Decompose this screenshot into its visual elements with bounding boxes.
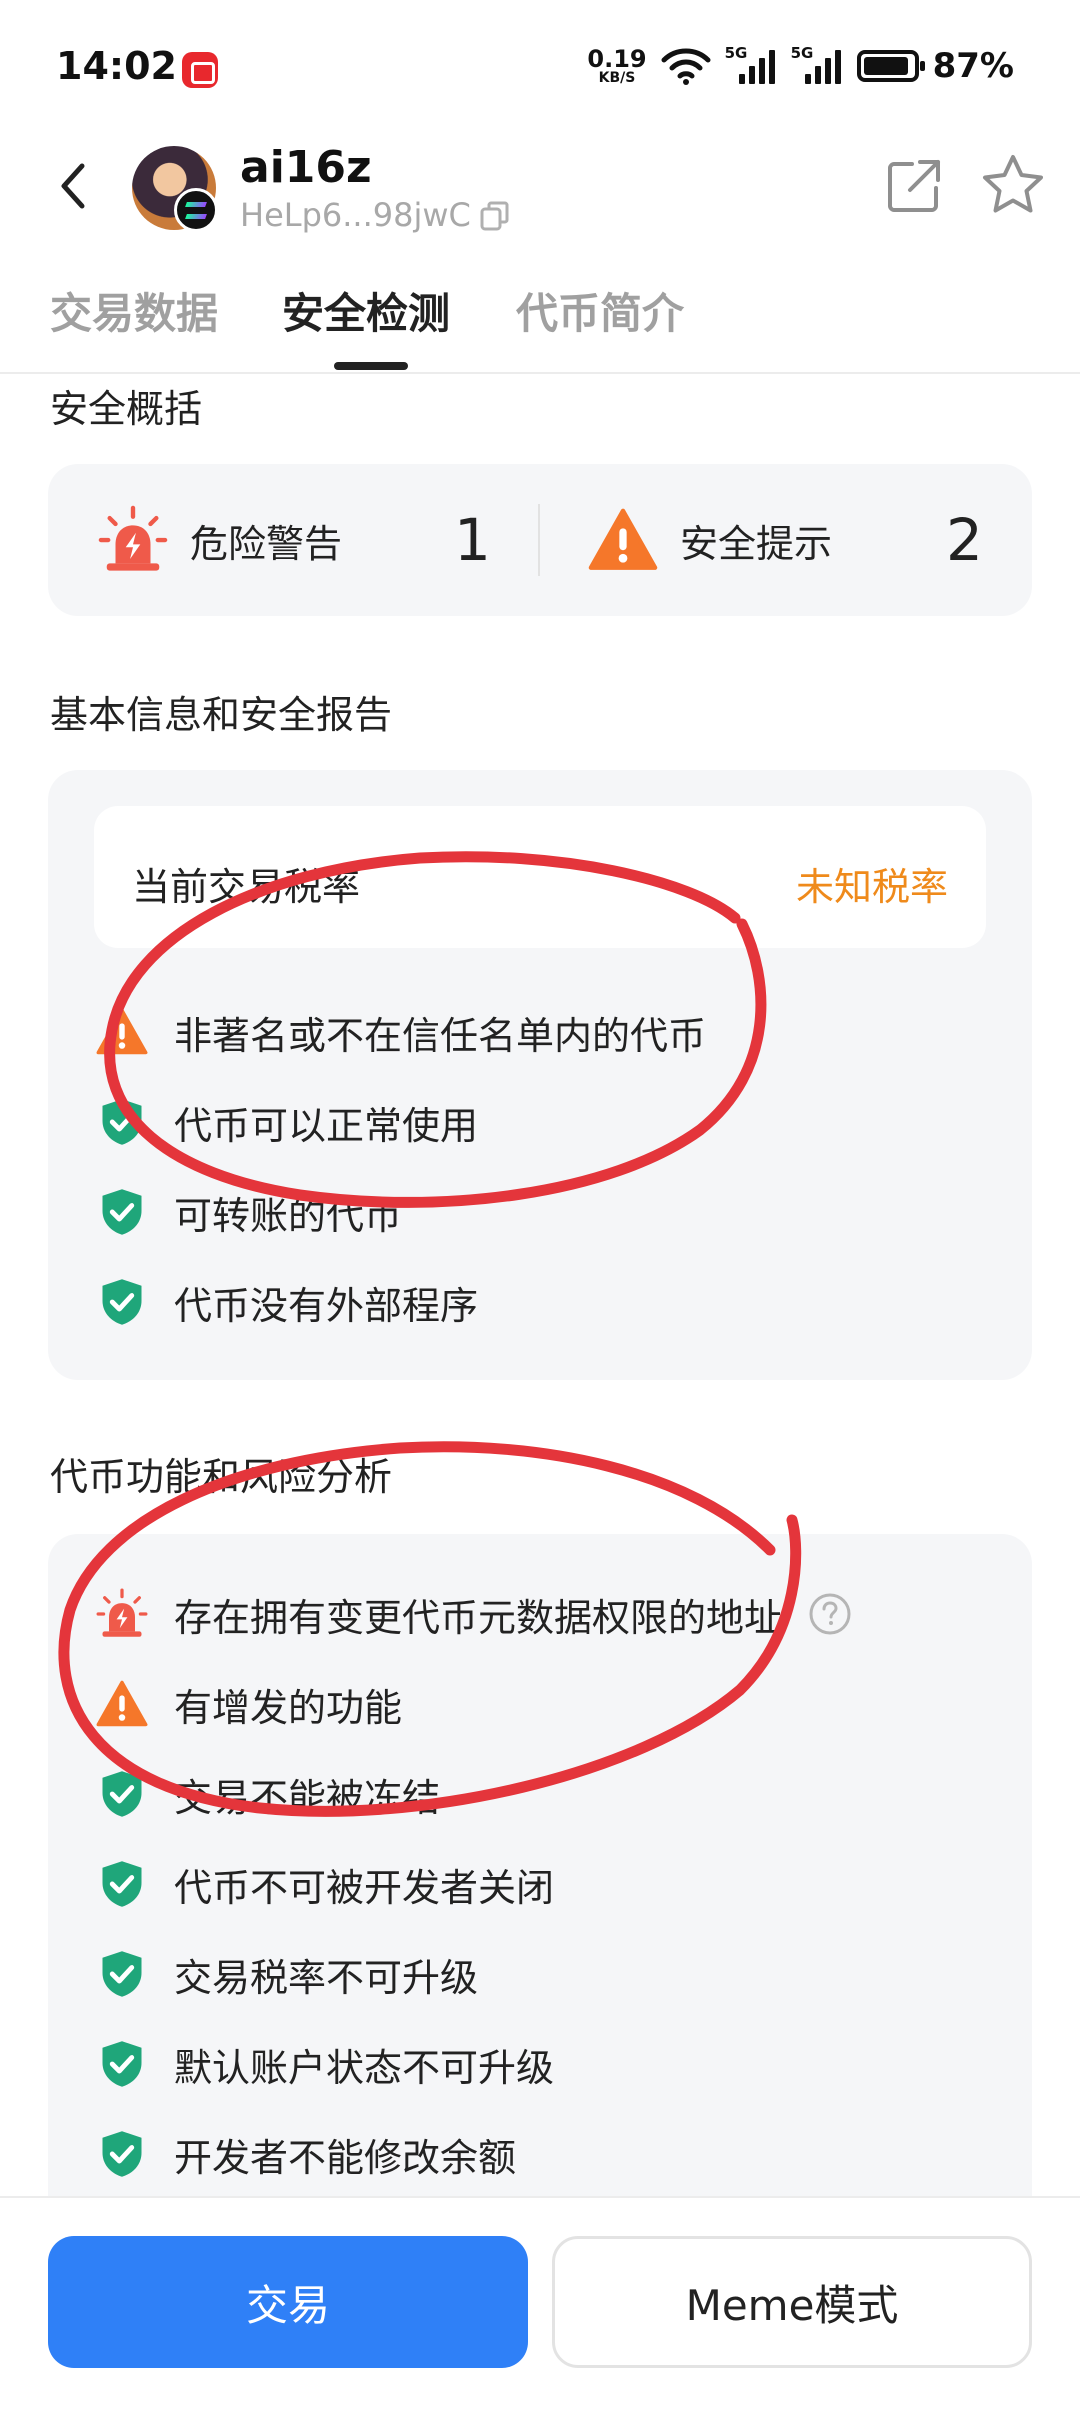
copy-icon[interactable] xyxy=(478,199,512,233)
list-item: 代币没有外部程序 xyxy=(96,1272,478,1332)
token-name: ai16z xyxy=(240,142,372,193)
network-speed: 0.19 KB/S xyxy=(587,47,646,85)
safe-shield-icon xyxy=(96,1948,148,2000)
list-item: 非著名或不在信任名单内的代币 xyxy=(96,1002,706,1062)
warning-icon xyxy=(588,505,658,575)
cellular-signal-2-icon: 5G xyxy=(790,44,843,86)
danger-summary[interactable]: 危险警告 1 xyxy=(98,464,518,616)
list-item: 可转账的代币 xyxy=(96,1182,402,1242)
status-indicators: 0.19 KB/S 5G 5G 87% xyxy=(587,40,1014,92)
check-text: 非著名或不在信任名单内的代币 xyxy=(174,1013,707,1058)
basic-info-card: 当前交易税率 未知税率 非著名或不在信任名单内的代币 代币可以正常使用 可转账的… xyxy=(48,770,1032,1380)
function-risk-card: 存在拥有变更代币元数据权限的地址 有增发的功能 交易不能被冻结 代币不可被开发者… xyxy=(48,1534,1032,2234)
tip-label: 安全提示 xyxy=(680,521,833,566)
summary-divider xyxy=(538,504,540,576)
share-icon[interactable] xyxy=(884,156,944,216)
list-item: 代币可以正常使用 xyxy=(96,1092,478,1152)
signal-2-label: 5G xyxy=(790,44,814,62)
cellular-signal-1-icon: 5G xyxy=(724,44,777,86)
tab-token-intro[interactable]: 代币简介 xyxy=(516,280,684,341)
signal-1-label: 5G xyxy=(724,44,748,62)
tab-security-check[interactable]: 安全检测 xyxy=(282,280,450,341)
list-item: 开发者不能修改余额 xyxy=(96,2124,516,2184)
safe-shield-icon xyxy=(96,2038,148,2090)
tax-rate-row: 当前交易税率 未知税率 xyxy=(94,806,986,948)
back-arrow-icon[interactable] xyxy=(48,156,98,216)
status-bar: 14:02 0.19 KB/S 5G 5G 87% xyxy=(0,0,1080,140)
battery-icon xyxy=(856,50,925,82)
safe-shield-icon xyxy=(96,1858,148,1910)
list-item: 代币不可被开发者关闭 xyxy=(96,1854,554,1914)
tax-rate-label: 当前交易税率 xyxy=(132,865,361,909)
tab-bar: 交易数据 安全检测 代币简介 xyxy=(0,270,1080,374)
summary-card: 危险警告 1 安全提示 2 xyxy=(48,464,1032,616)
meme-mode-button[interactable]: Meme模式 xyxy=(552,2236,1032,2368)
check-text: 有增发的功能 xyxy=(174,1685,403,1730)
safe-shield-icon xyxy=(96,1276,148,1328)
favorite-star-icon[interactable] xyxy=(980,152,1046,218)
check-text: 交易税率不可升级 xyxy=(174,1955,479,2000)
battery-percent: 87% xyxy=(932,46,1014,86)
warning-icon xyxy=(96,1678,148,1730)
check-text: 代币没有外部程序 xyxy=(174,1283,479,1328)
tax-rate-value: 未知税率 xyxy=(795,865,948,909)
check-text: 代币可以正常使用 xyxy=(174,1103,479,1148)
summary-title: 安全概括 xyxy=(50,387,203,431)
danger-label: 危险警告 xyxy=(190,521,343,566)
trade-button[interactable]: 交易 xyxy=(48,2236,528,2368)
network-speed-value: 0.19 xyxy=(587,45,647,73)
list-item: 存在拥有变更代币元数据权限的地址 xyxy=(96,1584,852,1644)
network-speed-unit: KB/S xyxy=(598,70,636,86)
check-text: 可转账的代币 xyxy=(174,1193,403,1238)
list-item: 交易税率不可升级 xyxy=(96,1944,478,2004)
check-text: 开发者不能修改余额 xyxy=(174,2135,517,2180)
safe-shield-icon xyxy=(96,1096,148,1148)
list-item: 交易不能被冻结 xyxy=(96,1764,440,1824)
check-text: 存在拥有变更代币元数据权限的地址 xyxy=(174,1595,783,1640)
danger-alarm-icon xyxy=(98,505,168,575)
help-question-icon[interactable] xyxy=(808,1592,852,1636)
tab-trade-data[interactable]: 交易数据 xyxy=(50,280,218,341)
check-text: 默认账户状态不可升级 xyxy=(174,2045,555,2090)
active-tab-indicator xyxy=(334,362,408,370)
basic-info-title: 基本信息和安全报告 xyxy=(50,693,393,737)
function-risk-title: 代币功能和风险分析 xyxy=(50,1455,393,1499)
app-notification-icon xyxy=(182,52,218,88)
check-text: 代币不可被开发者关闭 xyxy=(174,1865,555,1910)
check-text: 交易不能被冻结 xyxy=(174,1775,441,1820)
danger-count: 1 xyxy=(454,506,491,574)
tip-count: 2 xyxy=(946,506,983,574)
safe-shield-icon xyxy=(96,1768,148,1820)
status-time: 14:02 xyxy=(56,44,177,88)
safe-shield-icon xyxy=(96,2128,148,2180)
token-address: HeLp6...98jwC xyxy=(240,196,471,234)
list-item: 默认账户状态不可升级 xyxy=(96,2034,554,2094)
danger-alarm-icon xyxy=(96,1588,148,1640)
safe-shield-icon xyxy=(96,1186,148,1238)
list-item: 有增发的功能 xyxy=(96,1674,402,1734)
warning-icon xyxy=(96,1006,148,1058)
tip-summary[interactable]: 安全提示 2 xyxy=(588,464,1008,616)
wifi-icon xyxy=(661,48,711,85)
solana-chain-icon xyxy=(174,188,218,232)
bottom-action-bar: 交易 Meme模式 xyxy=(0,2196,1080,2412)
